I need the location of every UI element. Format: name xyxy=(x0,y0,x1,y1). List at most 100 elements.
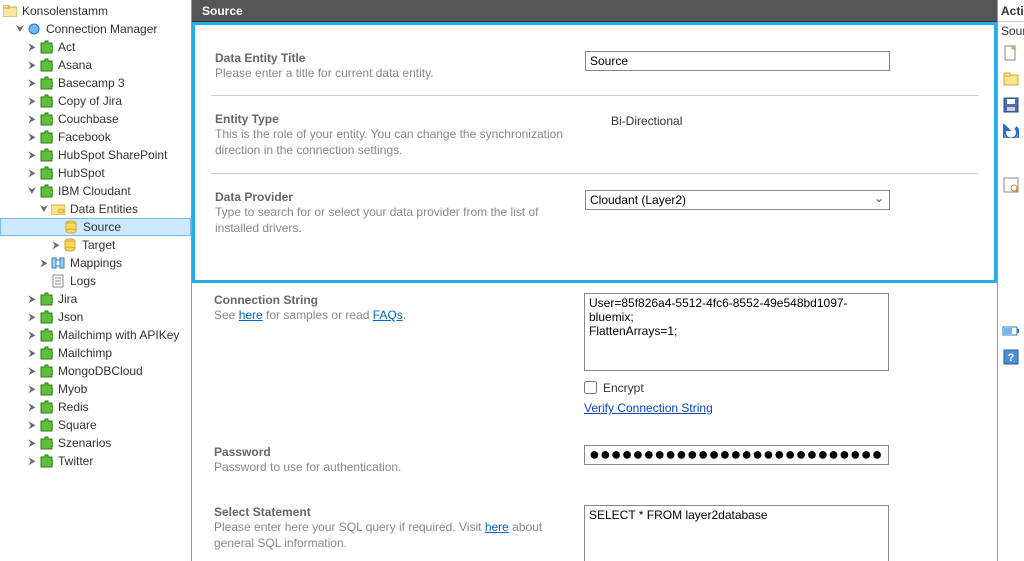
tree-item[interactable]: ⮞Act xyxy=(0,38,191,56)
chevron-right-icon[interactable]: ⮞ xyxy=(26,330,38,341)
tree-item[interactable]: ⮞ Facebook xyxy=(0,128,191,146)
select-stmt-textarea[interactable] xyxy=(584,505,889,561)
chevron-right-icon[interactable]: ⮞ xyxy=(26,420,38,431)
data-provider-select[interactable] xyxy=(585,190,890,210)
undo-icon[interactable] xyxy=(1001,121,1021,141)
chevron-right-icon[interactable]: ⮞ xyxy=(26,114,38,125)
select-stmt-label: Select Statement xyxy=(214,505,564,519)
conn-string-faq-link[interactable]: FAQs xyxy=(373,308,403,322)
chevron-down-icon[interactable]: ⮟ xyxy=(14,24,26,35)
verify-conn-link[interactable]: Verify Connection String xyxy=(584,401,975,415)
tree-item[interactable]: ⮞MongoDBCloud xyxy=(0,362,191,380)
data-provider-desc: Type to search for or select your data p… xyxy=(215,204,565,236)
tree-item[interactable]: ⮞ Mailchimp with APIKey xyxy=(0,326,191,344)
tree-item[interactable]: ⮞Myob xyxy=(0,380,191,398)
main-header: Source xyxy=(192,0,997,22)
select-stmt-here-link[interactable]: here xyxy=(485,520,509,534)
encrypt-checkbox-row[interactable]: Encrypt xyxy=(584,381,975,395)
puzzle-icon xyxy=(38,417,54,433)
chevron-right-icon[interactable]: ⮞ xyxy=(26,60,38,71)
chevron-right-icon[interactable]: ⮞ xyxy=(50,240,62,251)
tree-logs-label: Logs xyxy=(68,274,96,288)
tree-item-label: Facebook xyxy=(56,130,111,144)
properties-icon[interactable] xyxy=(1001,175,1021,195)
tree-source[interactable]: Source xyxy=(0,218,191,236)
log-icon xyxy=(50,273,66,289)
tree-data-entities[interactable]: ⮟ Data Entities xyxy=(0,200,191,218)
chevron-right-icon[interactable]: ⮞ xyxy=(26,42,38,53)
chevron-right-icon[interactable]: ⮞ xyxy=(26,150,38,161)
tree-item-label: Asana xyxy=(56,58,92,72)
section-connection-string: Connection String See here for samples o… xyxy=(210,289,979,429)
folder-icon xyxy=(2,3,18,19)
tree-target-label: Target xyxy=(80,238,115,252)
tree-mappings[interactable]: ⮞ Mappings xyxy=(0,254,191,272)
chevron-right-icon[interactable]: ⮞ xyxy=(26,366,38,377)
help-icon[interactable]: ? xyxy=(1001,347,1021,367)
tree-item[interactable]: ⮞Szenarios xyxy=(0,434,191,452)
chevron-right-icon[interactable]: ⮞ xyxy=(26,384,38,395)
tree-item[interactable]: ⮞Copy of Jira xyxy=(0,92,191,110)
save-icon[interactable] xyxy=(1001,95,1021,115)
connection-icon xyxy=(26,21,42,37)
tree-connection-manager[interactable]: ⮟ Connection Manager xyxy=(0,20,191,38)
chevron-right-icon[interactable]: ⮞ xyxy=(26,456,38,467)
chevron-right-icon[interactable]: ⮞ xyxy=(26,132,38,143)
puzzle-icon xyxy=(38,93,54,109)
tree-ibm-cloudant[interactable]: ⮟ IBM Cloudant xyxy=(0,182,191,200)
chevron-right-icon[interactable]: ⮞ xyxy=(26,78,38,89)
section-select-statement: Select Statement Please enter here your … xyxy=(210,489,979,561)
chevron-right-icon[interactable]: ⮞ xyxy=(26,96,38,107)
chevron-down-icon[interactable]: ⮟ xyxy=(26,186,38,197)
puzzle-icon xyxy=(38,435,54,451)
tree-root[interactable]: Konsolenstamm xyxy=(0,2,191,20)
conn-string-textarea[interactable] xyxy=(584,293,889,371)
entity-title-input[interactable] xyxy=(585,51,890,71)
puzzle-icon xyxy=(38,165,54,181)
tree-item[interactable]: ⮞Couchbase xyxy=(0,110,191,128)
chevron-right-icon[interactable]: ⮞ xyxy=(26,438,38,449)
tree-item[interactable]: ⮞HubSpot xyxy=(0,164,191,182)
open-folder-icon[interactable] xyxy=(1001,69,1021,89)
password-input[interactable] xyxy=(584,445,889,465)
entity-type-desc: This is the role of your entity. You can… xyxy=(215,126,565,158)
section-password: Password Password to use for authenticat… xyxy=(210,429,979,489)
tree-item[interactable]: ⮞HubSpot SharePoint xyxy=(0,146,191,164)
battery-icon[interactable] xyxy=(1001,321,1021,341)
puzzle-icon xyxy=(38,111,54,127)
chevron-right-icon[interactable]: ⮞ xyxy=(26,312,38,323)
tree-item[interactable]: ⮞ Basecamp 3 xyxy=(0,74,191,92)
main-header-title: Source xyxy=(202,4,243,18)
tree-item[interactable]: ⮞Jira xyxy=(0,290,191,308)
chevron-right-icon[interactable]: ⮞ xyxy=(26,402,38,413)
chevron-right-icon[interactable]: ⮞ xyxy=(38,258,50,269)
section-data-provider: Data Provider Type to search for or sele… xyxy=(211,174,978,250)
encrypt-label: Encrypt xyxy=(603,381,644,395)
tree-item[interactable]: ⮞ Asana xyxy=(0,56,191,74)
tree-item[interactable]: ⮞Twitter xyxy=(0,452,191,470)
puzzle-icon xyxy=(38,57,54,73)
tree-item-label: Square xyxy=(56,418,97,432)
tree-logs[interactable]: Logs xyxy=(0,272,191,290)
svg-text:?: ? xyxy=(1008,352,1015,364)
tree-item[interactable]: ⮞Json xyxy=(0,308,191,326)
entity-type-label: Entity Type xyxy=(215,112,565,126)
chevron-down-icon[interactable]: ⮟ xyxy=(38,204,50,215)
password-desc: Password to use for authentication. xyxy=(214,459,564,475)
tree-item-label: Basecamp 3 xyxy=(56,76,125,90)
data-provider-label: Data Provider xyxy=(215,190,565,204)
barrel-icon xyxy=(63,219,79,235)
tree-item[interactable]: ⮞Mailchimp xyxy=(0,344,191,362)
chevron-right-icon[interactable]: ⮞ xyxy=(26,348,38,359)
chevron-right-icon[interactable]: ⮞ xyxy=(26,294,38,305)
select-stmt-desc: Please enter here your SQL query if requ… xyxy=(214,519,564,551)
new-doc-icon[interactable] xyxy=(1001,43,1021,63)
puzzle-icon xyxy=(38,183,54,199)
tree-target[interactable]: ⮞ Target xyxy=(0,236,191,254)
encrypt-checkbox[interactable] xyxy=(584,381,597,394)
tree-item-label: Mailchimp with APIKey xyxy=(56,328,179,342)
conn-string-here-link[interactable]: here xyxy=(239,308,263,322)
tree-item[interactable]: ⮞ Square xyxy=(0,416,191,434)
chevron-right-icon[interactable]: ⮞ xyxy=(26,168,38,179)
tree-item[interactable]: ⮞Redis xyxy=(0,398,191,416)
